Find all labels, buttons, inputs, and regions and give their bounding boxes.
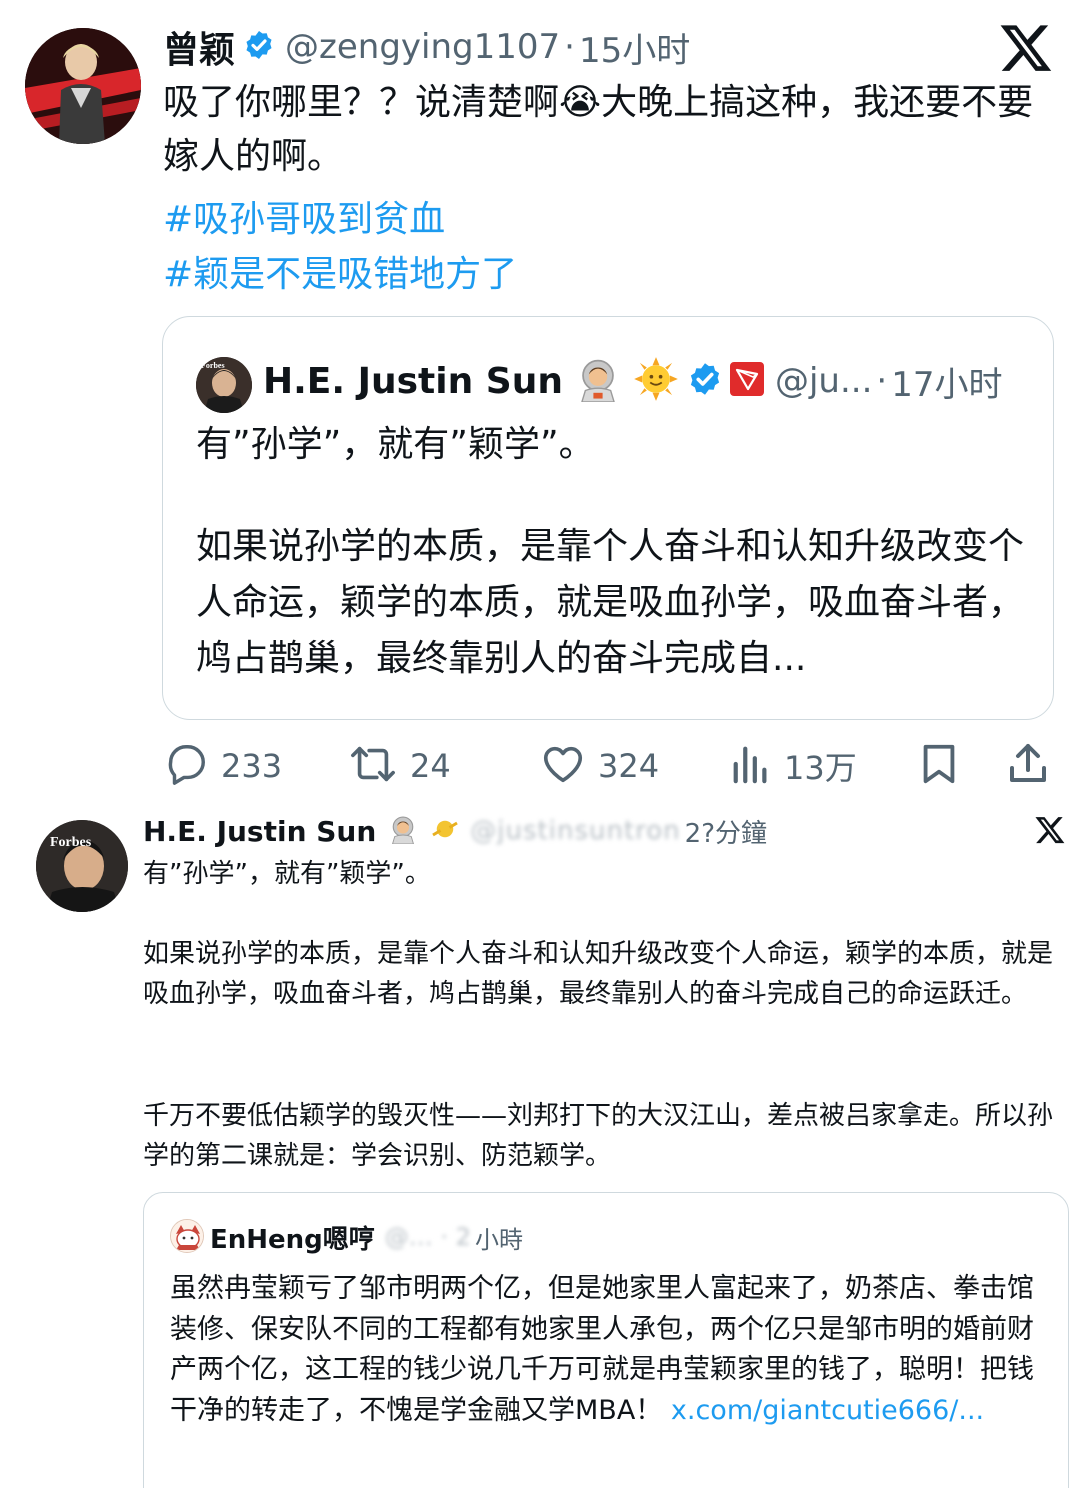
bookmark-button[interactable] [916, 738, 962, 794]
retweet-count: 24 [410, 747, 451, 785]
reply-count: 233 [221, 747, 283, 785]
avatar [170, 1219, 204, 1253]
tweet-text-line: 有”孙学”，就有”颖学”。 [143, 859, 431, 889]
hashtag-link[interactable]: #颖是不是吸错地方了 [163, 245, 517, 297]
quoted-tweet-header: H.E. Justin Sun @ju... · 17小时 [263, 353, 1002, 409]
sun-emoji-icon [430, 814, 460, 848]
svg-text:Forbes: Forbes [201, 361, 225, 370]
quoted-tweet-header: EnHeng嗯哼 @… · 2 小時 [210, 1217, 523, 1257]
bookmark-icon [916, 741, 962, 791]
quoted-tweet-text: 如果说孙学的本质，是靠个人奋斗和认知升级改变个人命运，颖学的本质，就是吸血孙学，… [196, 526, 1025, 679]
reply-icon [163, 741, 209, 791]
quoted-tweet-text: 虽然冉莹颖亏了邹市明两个亿，但是她家里人富起来了，奶茶店、拳击馆装修、保安队不同… [170, 1269, 1050, 1431]
x-logo-icon[interactable] [998, 20, 1058, 80]
timestamp: 小時 [474, 1225, 523, 1254]
heart-icon [540, 741, 586, 791]
separator: · [876, 361, 888, 401]
tron-logo-icon [729, 361, 765, 401]
timestamp[interactable]: 15小时 [579, 23, 690, 72]
author-name: H.E. Justin Sun [263, 360, 563, 402]
separator: · [564, 27, 575, 67]
x-logo-icon[interactable] [1034, 814, 1068, 848]
author-handle-blurred: @… · 2 [384, 1223, 471, 1251]
timestamp: 17小时 [891, 364, 1003, 405]
reply-button[interactable]: 233 [163, 738, 282, 794]
share-button[interactable] [1004, 738, 1052, 794]
quoted-tweet-card[interactable]: Forbes H.E. Justin Sun @ju... · 17小时 有”孙… [162, 316, 1054, 720]
avatar: Forbes [196, 357, 252, 413]
tweet-justin-sun: Forbes H.E. Justin Sun @justinsuntron 2?… [0, 800, 1080, 1488]
author-name: EnHeng嗯哼 [210, 1224, 375, 1255]
author-handle[interactable]: @zengying1107 [285, 27, 560, 67]
retweet-icon [348, 741, 398, 791]
author-name[interactable]: H.E. Justin Sun [143, 815, 376, 848]
tweet-action-bar: 233 24 324 13万 [0, 738, 1080, 794]
verified-badge-icon [243, 29, 275, 65]
tweet-text-paragraph: 千万不要低估颖学的毁灭性——刘邦打下的大汉江山，差点被吕家拿走。所以孙学的第二课… [143, 1101, 1054, 1171]
quoted-tweet-link[interactable]: x.com/giantcutie666/... [671, 1395, 984, 1426]
avatar[interactable] [25, 28, 141, 144]
tweet-text: 吸了你哪里？？说清楚啊😭大晚上搞这种，我还要不要嫁人的啊。 [163, 82, 1034, 177]
retweet-button[interactable]: 24 [348, 738, 451, 794]
astronaut-emoji-icon [388, 814, 418, 848]
share-icon [1004, 740, 1052, 792]
verified-badge-icon [687, 361, 723, 401]
quoted-tweet-text-line: 有”孙学”，就有”颖学”。 [196, 424, 595, 465]
avatar[interactable]: Forbes [36, 820, 128, 912]
timestamp: 2?分鐘 [684, 818, 767, 849]
tweet-text-paragraph: 如果说孙学的本质，是靠个人奋斗和认知升级改变个人命运，颖学的本质，就是吸血孙学，… [143, 939, 1054, 1009]
like-button[interactable]: 324 [540, 738, 659, 794]
author-name[interactable]: 曾颖 [163, 21, 235, 73]
views-button[interactable]: 13万 [730, 738, 857, 794]
views-chart-icon [730, 741, 772, 791]
astronaut-emoji-icon [575, 356, 621, 406]
sun-emoji-icon [633, 356, 679, 406]
view-count: 13万 [784, 749, 857, 787]
tweet-zengying: 曾颖 @zengying1107 · 15小时 吸了你哪里？？说清楚啊😭大晚上搞… [0, 0, 1080, 800]
like-count: 324 [598, 747, 660, 785]
quoted-tweet-card[interactable]: EnHeng嗯哼 @… · 2 小時 虽然冉莹颖亏了邹市明两个亿，但是她家里人富… [143, 1192, 1069, 1488]
tweet-header: 曾颖 @zengying1107 · 15小时 [163, 22, 690, 72]
tweet-header: H.E. Justin Sun @justinsuntron 2?分鐘 [143, 812, 767, 850]
author-handle: @ju... [774, 361, 873, 401]
author-handle-blurred: @justinsuntron [470, 816, 681, 846]
svg-text:Forbes: Forbes [50, 835, 92, 850]
hashtag-link[interactable]: #吸孙哥吸到贫血 [163, 190, 445, 242]
